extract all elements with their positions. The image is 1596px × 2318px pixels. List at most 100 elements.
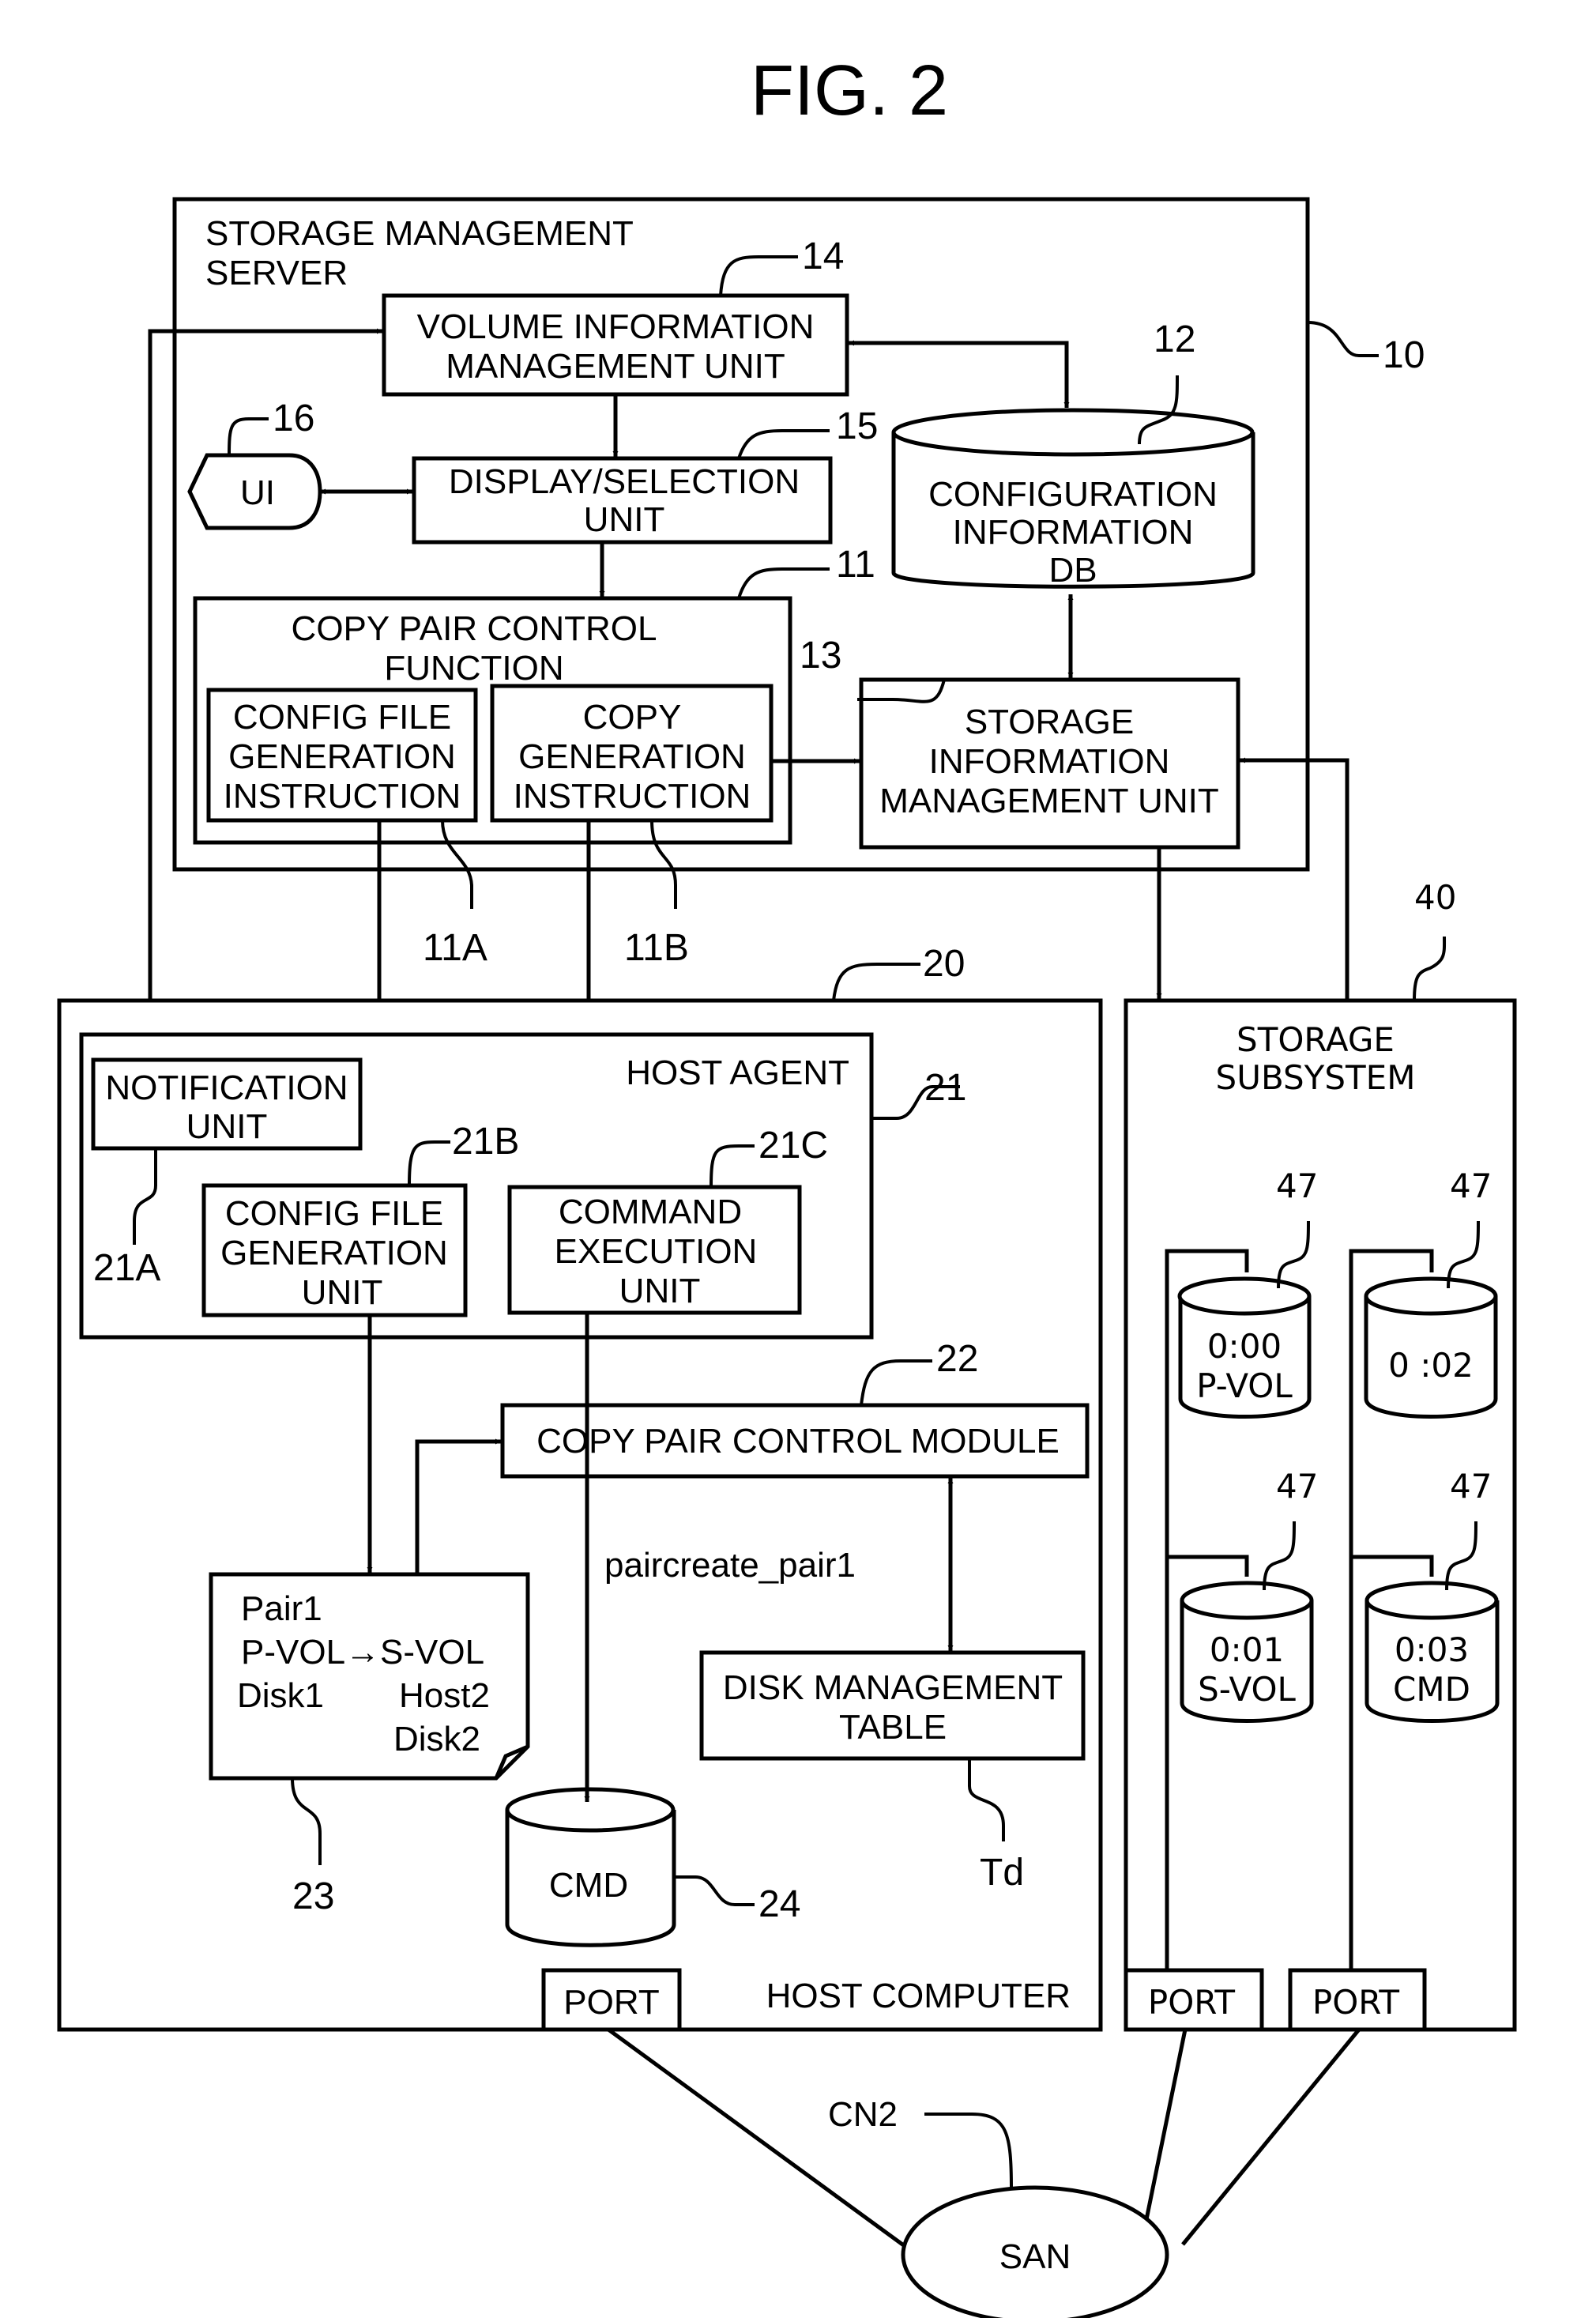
cfgu-line3: UNIT bbox=[302, 1273, 383, 1312]
ref-47-a: 47 bbox=[1276, 1167, 1318, 1205]
volume-0-01-svol[interactable]: 0:01 S-VOL bbox=[1180, 1581, 1314, 1723]
ref-leader-10 bbox=[1307, 321, 1379, 357]
notification-line1: NOTIFICATION bbox=[105, 1069, 348, 1107]
disk-management-table[interactable]: DISK MANAGEMENT TABLE bbox=[699, 1650, 1086, 1761]
cfgu-line1: CONFIG FILE bbox=[225, 1194, 443, 1233]
ref-leader-20 bbox=[832, 963, 920, 1001]
storage-port-2[interactable]: PORT bbox=[1288, 1968, 1427, 2032]
notification-line2: UNIT bbox=[186, 1107, 268, 1146]
ref-21B: 21B bbox=[452, 1121, 519, 1163]
configuration-information-db[interactable]: CONFIGURATION INFORMATION DB bbox=[891, 408, 1255, 590]
host-port-label: PORT bbox=[563, 1983, 659, 2022]
ref-21C: 21C bbox=[758, 1125, 828, 1167]
host-computer: HOST COMPUTER 20 HOST AGENT 21 NOTIFICAT… bbox=[57, 943, 1103, 2032]
cmd-volume[interactable]: CMD bbox=[505, 1787, 676, 1947]
dsu-line1: DISPLAY/SELECTION bbox=[449, 462, 800, 501]
cgi-line1: COPY bbox=[583, 698, 682, 737]
doc-line4: Disk2 bbox=[393, 1720, 480, 1758]
volume-information-management-unit[interactable]: VOLUME INFORMATION MANAGEMENT UNIT bbox=[382, 293, 849, 397]
ref-21A: 21A bbox=[93, 1247, 160, 1289]
db-line2: INFORMATION bbox=[953, 513, 1194, 552]
config-file-generation-unit[interactable]: CONFIG FILE GENERATION UNIT bbox=[201, 1183, 468, 1317]
vol-0-id: 0:00 bbox=[1207, 1327, 1282, 1366]
storage-port-1[interactable]: PORT bbox=[1124, 1968, 1264, 2032]
ref-11A: 11A bbox=[423, 927, 487, 969]
doc-line2: P-VOL→S-VOL bbox=[241, 1633, 484, 1672]
volume-0-03-cmd[interactable]: 0:03 CMD bbox=[1365, 1581, 1500, 1723]
cfgu-line2: GENERATION bbox=[220, 1234, 448, 1272]
link-host-port-san bbox=[607, 2027, 906, 2248]
db-line3: DB bbox=[1048, 551, 1097, 590]
db-line1: CONFIGURATION bbox=[928, 475, 1218, 514]
server-label-line2: SERVER bbox=[205, 254, 348, 292]
figure-title: FIG. 2 bbox=[751, 51, 948, 130]
display-selection-unit[interactable]: DISPLAY/SELECTION UNIT bbox=[412, 456, 833, 545]
storage-line2: SUBSYSTEM bbox=[1216, 1058, 1416, 1097]
cfgi-line2: GENERATION bbox=[228, 737, 456, 776]
volume-0-00-pvol[interactable]: 0:00 P-VOL bbox=[1177, 1276, 1312, 1419]
ref-leader-40 bbox=[1413, 936, 1447, 1001]
cfgi-line3: INSTRUCTION bbox=[224, 777, 461, 816]
cgi-line2: GENERATION bbox=[518, 737, 746, 776]
link-storage-port1-san bbox=[1142, 2029, 1188, 2232]
simu-line3: MANAGEMENT UNIT bbox=[879, 782, 1218, 820]
simu-line2: INFORMATION bbox=[929, 742, 1170, 781]
ceu-line3: UNIT bbox=[619, 1272, 701, 1310]
ref-14: 14 bbox=[802, 236, 844, 277]
storage-management-server: STORAGE MANAGEMENT SERVER 10 VOLUME INFO… bbox=[172, 197, 1425, 969]
copy-pair-control-module[interactable]: COPY PAIR CONTROL MODULE bbox=[500, 1403, 1090, 1479]
cfgi-line1: CONFIG FILE bbox=[233, 698, 451, 737]
command-label: paircreate_pair1 bbox=[604, 1546, 856, 1585]
server-label-line1: STORAGE MANAGEMENT bbox=[205, 214, 634, 253]
notification-unit[interactable]: NOTIFICATION UNIT bbox=[91, 1057, 363, 1151]
ceu-line2: EXECUTION bbox=[555, 1232, 758, 1271]
doc-line3-left: Disk1 bbox=[237, 1676, 324, 1715]
link-storage-port2-san bbox=[1181, 2028, 1361, 2246]
cpcf-line2: FUNCTION bbox=[384, 649, 563, 688]
host-agent-label: HOST AGENT bbox=[626, 1053, 849, 1092]
config-file-generation-instruction[interactable]: CONFIG FILE GENERATION INSTRUCTION bbox=[206, 688, 478, 823]
ref-24: 24 bbox=[758, 1883, 800, 1925]
storage-information-management-unit[interactable]: STORAGE INFORMATION MANAGEMENT UNIT bbox=[859, 677, 1240, 850]
ref-22: 22 bbox=[936, 1338, 978, 1380]
simu-line1: STORAGE bbox=[965, 703, 1134, 741]
storage-port-2-label: PORT bbox=[1312, 1983, 1400, 2022]
dmt-line1: DISK MANAGEMENT bbox=[723, 1668, 1063, 1707]
dsu-line2: UNIT bbox=[584, 500, 665, 539]
san-network[interactable]: SAN bbox=[607, 2027, 1361, 2318]
config-file-document[interactable]: Pair1 P-VOL→S-VOL Disk1 Host2 Disk2 bbox=[209, 1572, 530, 1781]
ref-12: 12 bbox=[1154, 318, 1195, 360]
vimu-line2: MANAGEMENT UNIT bbox=[446, 347, 785, 386]
ref-20: 20 bbox=[923, 943, 965, 985]
ref-21: 21 bbox=[924, 1067, 966, 1109]
volume-0-02[interactable]: 0 :02 bbox=[1364, 1276, 1498, 1419]
copy-generation-instruction[interactable]: COPY GENERATION INSTRUCTION bbox=[490, 684, 774, 823]
ref-11B: 11B bbox=[624, 927, 689, 969]
ref-CN2: CN2 bbox=[828, 2095, 898, 2134]
ref-11: 11 bbox=[836, 544, 875, 586]
ref-40: 40 bbox=[1414, 878, 1456, 917]
ref-leader-CN2 bbox=[924, 2113, 1013, 2190]
ui-label: UI bbox=[240, 473, 275, 512]
ui-terminal[interactable]: UI bbox=[187, 453, 322, 530]
ref-16: 16 bbox=[273, 398, 314, 439]
vol-3-id: 0:03 bbox=[1395, 1630, 1469, 1669]
figure-canvas: FIG. 2 STORAGE MANAGEMENT SERVER 10 VOLU… bbox=[57, 51, 1517, 2318]
vol-2-role: S-VOL bbox=[1198, 1670, 1296, 1709]
cpcm-label: COPY PAIR CONTROL MODULE bbox=[536, 1422, 1060, 1461]
vol-3-role: CMD bbox=[1393, 1670, 1470, 1709]
host-computer-label: HOST COMPUTER bbox=[766, 1977, 1071, 2015]
ref-15: 15 bbox=[836, 405, 878, 447]
host-port[interactable]: PORT bbox=[541, 1968, 682, 2032]
storage-port-1-label: PORT bbox=[1148, 1983, 1236, 2022]
cgi-line3: INSTRUCTION bbox=[514, 777, 751, 816]
doc-line3-right: Host2 bbox=[399, 1676, 490, 1715]
vol-1-id: 0 :02 bbox=[1388, 1346, 1474, 1385]
san-label: SAN bbox=[999, 2237, 1071, 2276]
cpcf-line1: COPY PAIR CONTROL bbox=[292, 609, 657, 648]
ceu-line1: COMMAND bbox=[559, 1193, 742, 1231]
storage-subsystem: STORAGE SUBSYSTEM 40 0:00 P-VOL 47 0 :02… bbox=[1124, 878, 1517, 2032]
ref-47-d: 47 bbox=[1450, 1467, 1492, 1506]
dmt-line2: TABLE bbox=[839, 1708, 947, 1747]
command-execution-unit[interactable]: COMMAND EXECUTION UNIT bbox=[507, 1185, 802, 1315]
